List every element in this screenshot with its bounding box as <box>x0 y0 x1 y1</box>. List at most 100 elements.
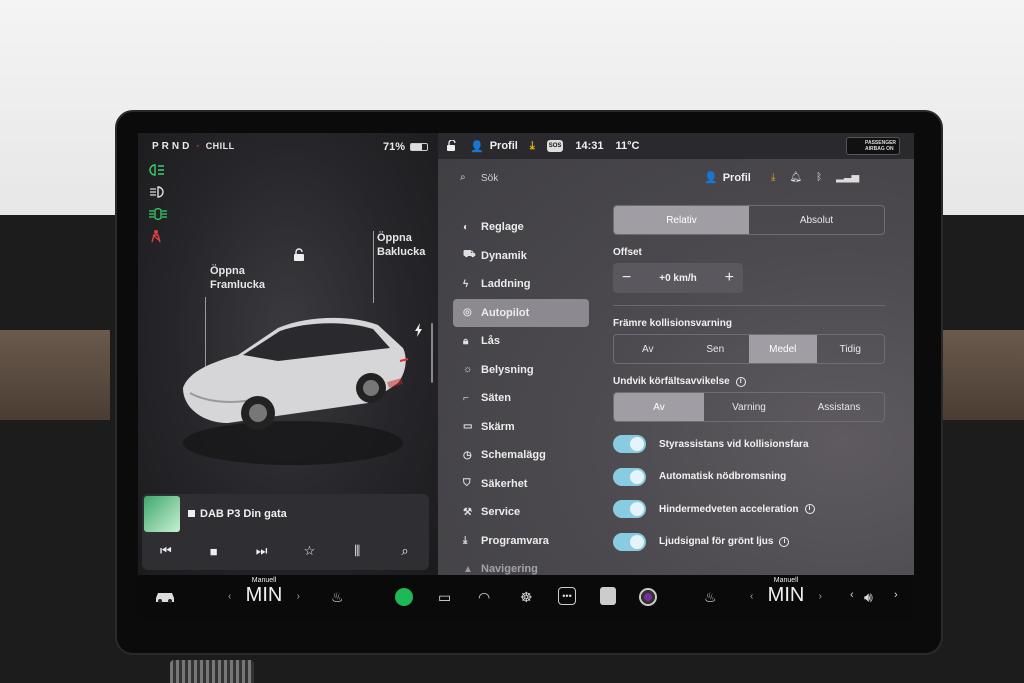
equalizer-icon[interactable]: ⫼ <box>345 543 369 559</box>
lane-departure-option[interactable]: Av <box>614 393 704 421</box>
search-icon[interactable]: ⌕ <box>460 172 466 183</box>
toggle-row: Automatisk nödbromsning <box>613 461 885 494</box>
sidebar-item-label: Autopilot <box>481 306 530 319</box>
passenger-temp-value: MIN <box>767 584 805 606</box>
lane-departure-option[interactable]: Varning <box>704 393 794 421</box>
toggle-switch[interactable] <box>613 435 646 454</box>
seat-heat-right-icon[interactable]: ♨ <box>704 589 717 606</box>
clock-icon: ◷ <box>463 449 472 461</box>
sidebar-item-lås[interactable]: 🔒︎ Lås <box>453 327 589 356</box>
drive-mode: CHILL <box>205 141 235 151</box>
user-icon: 👤 <box>704 172 718 184</box>
sos-button[interactable]: SOS <box>546 140 564 152</box>
speed-mode-option[interactable]: Relativ <box>614 206 749 234</box>
rear-defrost-icon[interactable]: ▭ <box>438 589 451 606</box>
fog-lights-icon <box>148 203 172 225</box>
next-icon[interactable]: ⏭ <box>250 543 274 559</box>
passenger-temp-down-icon[interactable]: ‹ <box>750 591 753 602</box>
bell-icon[interactable]: 🔔︎ <box>789 172 802 183</box>
wheel-heat-icon[interactable]: ☸ <box>520 589 533 606</box>
passenger-temp-up-icon[interactable]: › <box>819 591 822 602</box>
sidebar-item-label: Navigering <box>481 563 538 576</box>
air-vent <box>170 660 254 683</box>
toggle-switch[interactable] <box>613 532 646 551</box>
lane-departure-section: Undvik körfältsavvikelse i <box>613 376 885 387</box>
sidebar-item-service[interactable]: ⚒ Service <box>453 498 589 527</box>
front-defrost-icon[interactable]: ◠ <box>478 589 490 606</box>
stop-icon[interactable]: ■ <box>202 544 226 559</box>
toggle-switch[interactable] <box>613 467 646 486</box>
toggle-row: Ljudsignal för grönt ljus i <box>613 526 885 559</box>
info-icon[interactable]: i <box>804 504 815 515</box>
driver-temp-mode: Manuell <box>251 577 277 584</box>
speed-mode-option[interactable]: Absolut <box>749 206 884 234</box>
seat-heat-left-icon[interactable]: ♨ <box>331 589 344 606</box>
toggle-switch[interactable] <box>613 500 646 519</box>
sidebar-item-säkerhet[interactable]: ⛉ Säkerhet <box>453 470 589 499</box>
volume-down-icon[interactable]: ‹ <box>850 589 854 601</box>
lane-departure-option[interactable]: Assistans <box>794 393 884 421</box>
lock-status-icon[interactable] <box>446 140 458 152</box>
unlock-icon[interactable] <box>293 248 305 267</box>
driver-temp-up-icon[interactable]: › <box>297 591 300 602</box>
info-icon[interactable]: i <box>735 376 746 387</box>
sidebar-item-dynamik[interactable]: ⛟ Dynamik <box>453 242 589 271</box>
download-icon[interactable]: ⤓ <box>530 140 535 153</box>
quick-icons: ⤓ 🔔︎ ᛒ ▂▃▅ <box>771 172 859 183</box>
open-rear-trunk-label[interactable]: Öppna Baklucka <box>377 231 425 259</box>
collision-warning-option[interactable]: Sen <box>682 335 750 363</box>
favorite-icon[interactable]: ☆ <box>297 543 321 559</box>
sidebar-item-belysning[interactable]: ☼ Belysning <box>453 356 589 385</box>
headlights-icon <box>148 159 172 181</box>
previous-icon[interactable]: ⏮ <box>154 543 178 559</box>
sidebar-item-laddning[interactable]: ϟ Laddning <box>453 270 589 299</box>
settings-panel: 👤 Profil ⤓ SOS 14:31 11°C PASSENGER AIRBA… <box>438 133 914 575</box>
volume-up-icon[interactable]: › <box>894 589 898 601</box>
app-icon[interactable] <box>600 587 616 605</box>
shield-icon: ⛉ <box>463 478 471 490</box>
car-icon[interactable] <box>154 589 176 606</box>
toggle-row: Hindermedveten acceleration i <box>613 493 885 526</box>
toggle-label: Ljudsignal för grönt ljus i <box>659 536 790 547</box>
more-icon[interactable]: ••• <box>558 587 576 605</box>
collision-warning-option[interactable]: Medel <box>749 335 817 363</box>
volume-icon[interactable]: 🔊︎ <box>864 589 873 606</box>
camera-icon[interactable] <box>639 588 657 606</box>
sidebar-item-säten[interactable]: ⌐ Säten <box>453 384 589 413</box>
sidebar-item-schemalägg[interactable]: ◷ Schemalägg <box>453 441 589 470</box>
profile-link[interactable]: 👤 Profil <box>704 171 751 184</box>
bluetooth-icon[interactable]: ᛒ <box>816 172 822 183</box>
download-icon[interactable]: ⤓ <box>771 172 775 183</box>
decrease-button[interactable]: − <box>622 269 631 287</box>
sidebar-item-programvara[interactable]: ⤓ Programvara <box>453 527 589 556</box>
sidebar-item-autopilot[interactable]: ◎ Autopilot <box>453 298 589 327</box>
media-player[interactable]: DAB P3 Din gata ⏮ ■ ⏭ ☆ ⫼ ⌕ <box>142 494 429 570</box>
signal-icon: ▂▃▅ <box>836 172 860 183</box>
lane-departure-segmented: Av Varning Assistans <box>613 392 885 422</box>
search-icon[interactable]: ⌕ <box>393 543 417 559</box>
search-row: ⌕ Sök 👤 Profil ⤓ 🔔︎ ᛒ ▂▃▅ <box>438 163 914 193</box>
open-front-trunk-label[interactable]: Öppna Framlucka <box>210 264 265 292</box>
vehicle-panel: PRND · CHILL 71% Öppna Framlucka Öppna Bak… <box>138 133 438 575</box>
info-icon[interactable]: i <box>779 536 790 547</box>
sidebar-item-reglage[interactable]: ◐ Reglage <box>453 213 589 242</box>
sidebar-item-label: Skärm <box>481 420 515 433</box>
charge-port-icon[interactable] <box>414 323 424 342</box>
spotify-icon[interactable] <box>395 588 413 606</box>
settings-menu: ◐ Reglage ⛟ Dynamik ϟ Laddning ◎ Autopilot 🔒︎ Lås… <box>453 213 589 584</box>
sidebar-item-skärm[interactable]: ▭ Skärm <box>453 413 589 442</box>
passenger-airbag-status: PASSENGER AIRBAG ON <box>846 137 900 155</box>
sidebar-item-label: Reglage <box>481 221 524 234</box>
album-art <box>144 496 180 532</box>
collision-warning-option[interactable]: Tidig <box>817 335 885 363</box>
status-icons <box>148 159 172 247</box>
increase-button[interactable]: + <box>725 269 734 287</box>
driver-temperature[interactable]: Manuell MIN ‹ › <box>224 577 304 606</box>
passenger-temperature[interactable]: Manuell MIN ‹ › <box>746 577 826 606</box>
search-input[interactable]: Sök <box>481 173 498 184</box>
profile-button[interactable]: 👤 Profil <box>470 140 518 153</box>
collision-warning-option[interactable]: Av <box>614 335 682 363</box>
sidebar-item-label: Schemalägg <box>481 449 546 462</box>
gear-indicator: PRND · CHILL <box>152 141 235 152</box>
driver-temp-down-icon[interactable]: ‹ <box>228 591 231 602</box>
